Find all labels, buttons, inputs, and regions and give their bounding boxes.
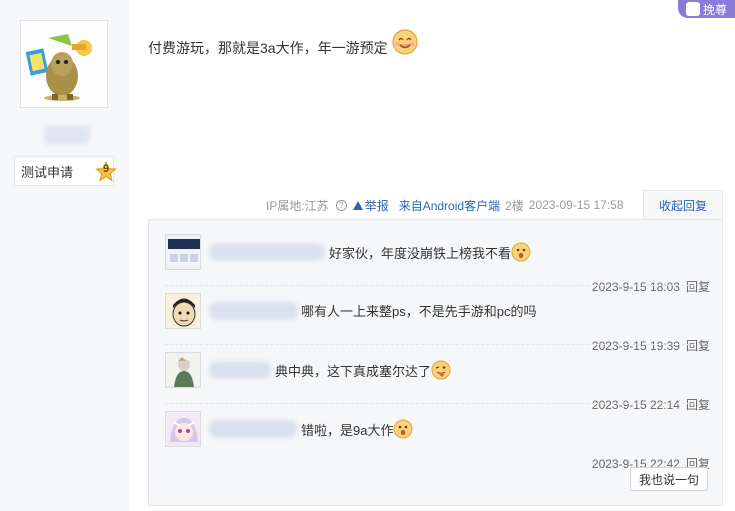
author-name-blurred[interactable]	[44, 126, 90, 144]
reply-content: 好家伙，年度没崩铁上榜我不看	[329, 242, 531, 262]
smile-emoji	[392, 29, 419, 55]
report-link[interactable]: 举报	[352, 197, 394, 214]
reply-content: 典中典，这下真成塞尔达了	[275, 360, 451, 380]
client-link[interactable]: 来自Android客户端	[399, 197, 500, 214]
reply-avatar[interactable]	[165, 411, 201, 447]
reply-panel: 好家伙，年度没崩铁上榜我不看 2023-9-15 18:03 回复 哪有人一上来整…	[148, 219, 723, 506]
reply-time: 2023-9-15 18:03	[591, 280, 680, 294]
reply-avatar[interactable]	[165, 352, 201, 388]
reply-item: 好家伙，年度没崩铁上榜我不看 2023-9-15 18:03 回复	[165, 234, 710, 294]
report-label: 举报	[364, 198, 389, 213]
ip-location: IP属地:江苏	[266, 198, 329, 213]
reply-avatar[interactable]	[165, 293, 201, 329]
support-button[interactable]: 挽尊	[678, 0, 735, 18]
warning-icon	[352, 200, 363, 210]
post-meta: IP属地:江苏 ? 举报 来自Android客户端 2楼 2023-09-15 …	[266, 196, 629, 214]
surprised-emoji	[511, 242, 531, 262]
help-icon[interactable]: ?	[335, 199, 347, 211]
reply-username-blurred[interactable]	[209, 420, 297, 438]
reply-button[interactable]: 回复	[686, 339, 710, 353]
avatar-illustration	[25, 34, 92, 101]
post-text: 付费游玩，那就是3a大作，年一游预定	[148, 40, 388, 56]
reply-text: 哪有人一上来整ps，不是先手游和pc的吗	[301, 304, 537, 319]
reply-avatar[interactable]	[165, 234, 201, 270]
reply-text: 错啦，是9a大作	[301, 422, 394, 438]
divider	[165, 403, 710, 404]
floor-number: 2楼	[505, 198, 524, 213]
post-time: 2023-09-15 17:58	[528, 198, 624, 212]
collapse-replies-button[interactable]: 收起回复	[643, 190, 723, 220]
level-badge[interactable]: 测试申请 9	[14, 156, 117, 186]
author-sidebar: 测试申请 9	[0, 0, 130, 511]
support-label: 挽尊	[702, 2, 727, 17]
reply-button[interactable]: 回复	[686, 280, 710, 294]
reply-item: 哪有人一上来整ps，不是先手游和pc的吗 2023-9-15 19:39 回复	[165, 293, 710, 353]
tongue-emoji	[431, 360, 451, 380]
post-content: 付费游玩，那就是3a大作，年一游预定	[148, 29, 419, 58]
reply-username-blurred[interactable]	[209, 302, 299, 320]
reply-content: 哪有人一上来整ps，不是先手游和pc的吗	[301, 301, 536, 320]
reply-time: 2023-9-15 19:39	[591, 339, 680, 353]
reply-username-blurred[interactable]	[209, 243, 325, 261]
divider	[165, 285, 710, 286]
hand-icon	[685, 2, 700, 16]
reply-content: 错啦，是9a大作	[301, 419, 413, 439]
level-number: 9	[102, 163, 110, 175]
reply-text: 好家伙，年度没崩铁上榜我不看	[329, 245, 512, 261]
divider	[165, 344, 710, 345]
reply-item: 典中典，这下真成塞尔达了 2023-9-15 22:14 回复	[165, 352, 710, 412]
surprised-emoji	[393, 419, 413, 439]
reply-item: 错啦，是9a大作 2023-9-15 22:42 回复	[165, 411, 710, 471]
reply-button[interactable]: 回复	[686, 398, 710, 412]
author-avatar[interactable]	[20, 20, 108, 108]
add-reply-button[interactable]: 我也说一句	[630, 467, 708, 491]
reply-username-blurred[interactable]	[209, 361, 271, 379]
level-title: 测试申请	[21, 164, 74, 180]
reply-text: 典中典，这下真成塞尔达了	[275, 363, 432, 379]
reply-time: 2023-9-15 22:14	[591, 398, 680, 412]
